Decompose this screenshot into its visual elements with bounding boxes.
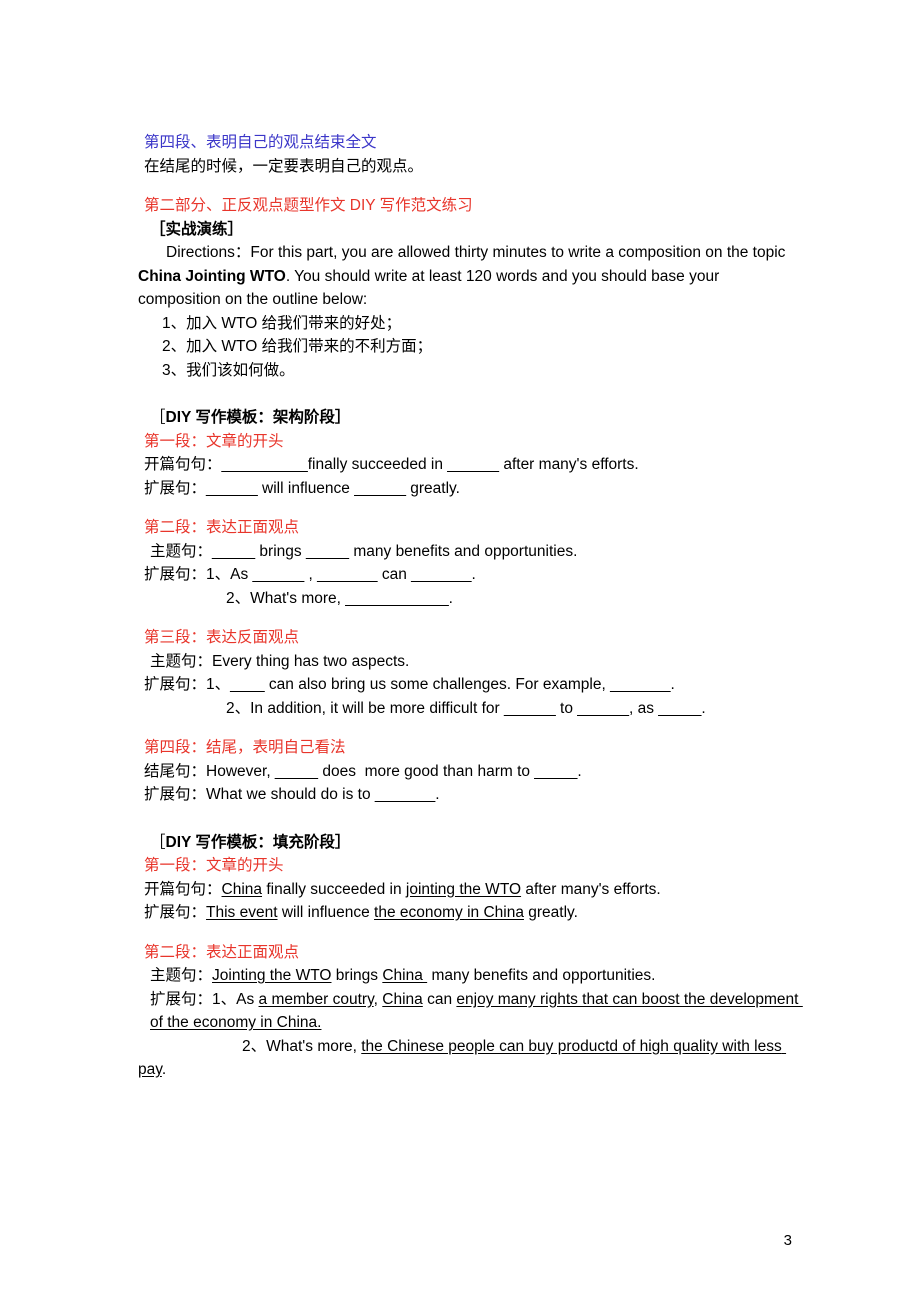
directions-paragraph: Directions：For this part, you are allowe… (138, 241, 800, 312)
framework-para-4-line-2: 扩展句：What we should do is to _______. (138, 783, 800, 807)
filled-para-1-line-1: 开篇句句：China finally succeeded in jointing… (138, 878, 800, 902)
line-text: _____ brings _____ many benefits and opp… (212, 542, 578, 560)
static-text: brings (331, 967, 383, 984)
filled-para-2-line-1: 主题句：Jointing the WTO brings China many b… (138, 964, 800, 988)
framework-para-3-heading: 第三段：表达反面观点 (144, 629, 300, 646)
framework-para-1-line-2: 扩展句：______ will influence ______ greatly… (138, 477, 800, 501)
filled-para-2-line-2: 扩展句：1、As a member coutry, China can enjo… (138, 988, 800, 1035)
page-number: 3 (783, 1232, 792, 1249)
static-text: greatly. (523, 904, 578, 921)
static-text: . (161, 1061, 167, 1078)
line-text: What we should do is to _______. (206, 786, 440, 803)
document-page: 第四段、表明自己的观点结束全文 在结尾的时候，一定要表明自己的观点。 第二部分、… (0, 0, 920, 1302)
part-two-heading: 第二部分、正反观点题型作文 DIY 写作范文练习 (144, 197, 473, 214)
directions-lead: Directions：For this part, you are allowe… (166, 244, 790, 261)
prev-section-heading: 第四段、表明自己的观点结束全文 (144, 134, 377, 151)
framework-para-3-line-3: 2、In addition, it will be more difficult… (138, 697, 800, 721)
line-text: 2、In addition, it will be more difficult… (226, 699, 706, 717)
line-segments: 2、What's more, the Chinese people can bu… (138, 1038, 786, 1079)
framework-para-2-line-2: 扩展句：1、As ______ , _______ can _______. (138, 563, 800, 587)
line-text: However, _____ does more good than harm … (206, 762, 582, 780)
framework-para-1-line-1: 开篇句句：__________finally succeeded in ____… (138, 453, 800, 477)
framework-para-3-line-1: 主题句：Every thing has two aspects. (138, 650, 800, 674)
part-two-subheading: ［实战演练］ (150, 220, 244, 238)
directions-topic: China Jointing WTO (138, 267, 286, 285)
line-text: 1、____ can also bring us some challenges… (206, 676, 675, 693)
outline-item-3: 3、我们该如何做。 (162, 361, 295, 379)
filled-para-2-heading: 第二段：表达正面观点 (144, 943, 300, 961)
line-label: 扩展句： (150, 990, 213, 1008)
framework-title-rest: 写作模板：架构阶段］ (191, 409, 351, 426)
framework-para-4-line-1: 结尾句：However, _____ does more good than h… (138, 760, 800, 784)
line-label: 主题句： (150, 967, 213, 984)
framework-para-4-heading: 第四段：结尾，表明自己看法 (144, 739, 346, 756)
filled-blank-text: China (221, 880, 263, 898)
line-text: Every thing has two aspects. (212, 652, 410, 670)
filled-blank-text: the economy in China (374, 904, 524, 921)
line-label: 扩展句： (144, 676, 207, 693)
framework-para-2-line-3: 2、What's more, ____________. (138, 587, 800, 611)
outline-item-1: 1、加入 WTO 给我们带来的好处； (162, 314, 402, 332)
line-segments: 1、As a member coutry, China can enjoy ma… (150, 991, 803, 1032)
line-label: 主题句： (150, 542, 213, 560)
filled-title-rest: 写作模板：填充阶段］ (191, 833, 351, 851)
filled-blank-text: Jointing the WTO (212, 967, 332, 984)
static-text: many benefits and opportunities. (427, 967, 656, 984)
filled-template-title: ［DIY 写作模板：填充阶段］ (138, 831, 800, 855)
outline-item-2: 2、加入 WTO 给我们带来的不利方面； (162, 338, 433, 355)
filled-blank-text: China (382, 967, 428, 984)
line-label: 结尾句： (144, 762, 207, 780)
line-segments: China finally succeeded in jointing the … (222, 881, 661, 898)
line-text: 2、What's more, ____________. (226, 589, 453, 607)
filled-blank-text: jointing the WTO (405, 880, 522, 898)
framework-para-2-line-1: 主题句：_____ brings _____ many benefits and… (138, 540, 800, 564)
filled-blank-text: the Chinese people can buy productd of h… (138, 1037, 787, 1079)
static-text: can (422, 990, 457, 1008)
static-text: after many's efforts. (521, 880, 661, 898)
framework-title-diy: DIY (165, 409, 192, 426)
line-label: 扩展句： (144, 786, 207, 803)
filled-para-1-line-2: 扩展句：This event will influence the econom… (138, 901, 800, 925)
filled-title-prefix: ［ (150, 833, 166, 851)
filled-blank-text: China (382, 990, 423, 1008)
static-text: 2、What's more, (242, 1037, 362, 1055)
line-text: __________finally succeeded in ______ af… (221, 456, 639, 473)
framework-para-2-heading: 第二段：表达正面观点 (144, 519, 300, 536)
framework-para-3-line-2: 扩展句：1、____ can also bring us some challe… (138, 673, 800, 697)
prev-section-body: 在结尾的时候，一定要表明自己的观点。 (144, 157, 424, 175)
line-label: 主题句： (150, 652, 213, 670)
line-label: 扩展句： (144, 904, 207, 921)
filled-blank-text: This event (206, 904, 278, 921)
line-label: 扩展句： (144, 479, 207, 497)
framework-para-1-heading: 第一段：文章的开头 (144, 432, 284, 450)
line-segments: This event will influence the economy in… (206, 904, 578, 921)
static-text: , (373, 990, 383, 1008)
framework-template-title: ［DIY 写作模板：架构阶段］ (138, 406, 800, 430)
framework-title-prefix: ［ (150, 409, 166, 426)
static-text: will influence (277, 904, 375, 921)
static-text: finally succeeded in (262, 880, 406, 898)
filled-blank-text: a member coutry (258, 990, 374, 1008)
line-label: 开篇句句： (144, 456, 222, 473)
filled-para-1-heading: 第一段：文章的开头 (144, 857, 284, 874)
filled-title-diy: DIY (165, 833, 192, 851)
filled-para-2-line-3: 2、What's more, the Chinese people can bu… (138, 1035, 800, 1082)
static-text: 1、As (212, 990, 259, 1008)
line-text: ______ will influence ______ greatly. (206, 479, 460, 497)
line-text: 1、As ______ , _______ can _______. (206, 566, 476, 583)
line-label: 扩展句： (144, 566, 207, 583)
line-segments: Jointing the WTO brings China many benef… (212, 967, 655, 984)
line-label: 开篇句句： (144, 880, 222, 898)
